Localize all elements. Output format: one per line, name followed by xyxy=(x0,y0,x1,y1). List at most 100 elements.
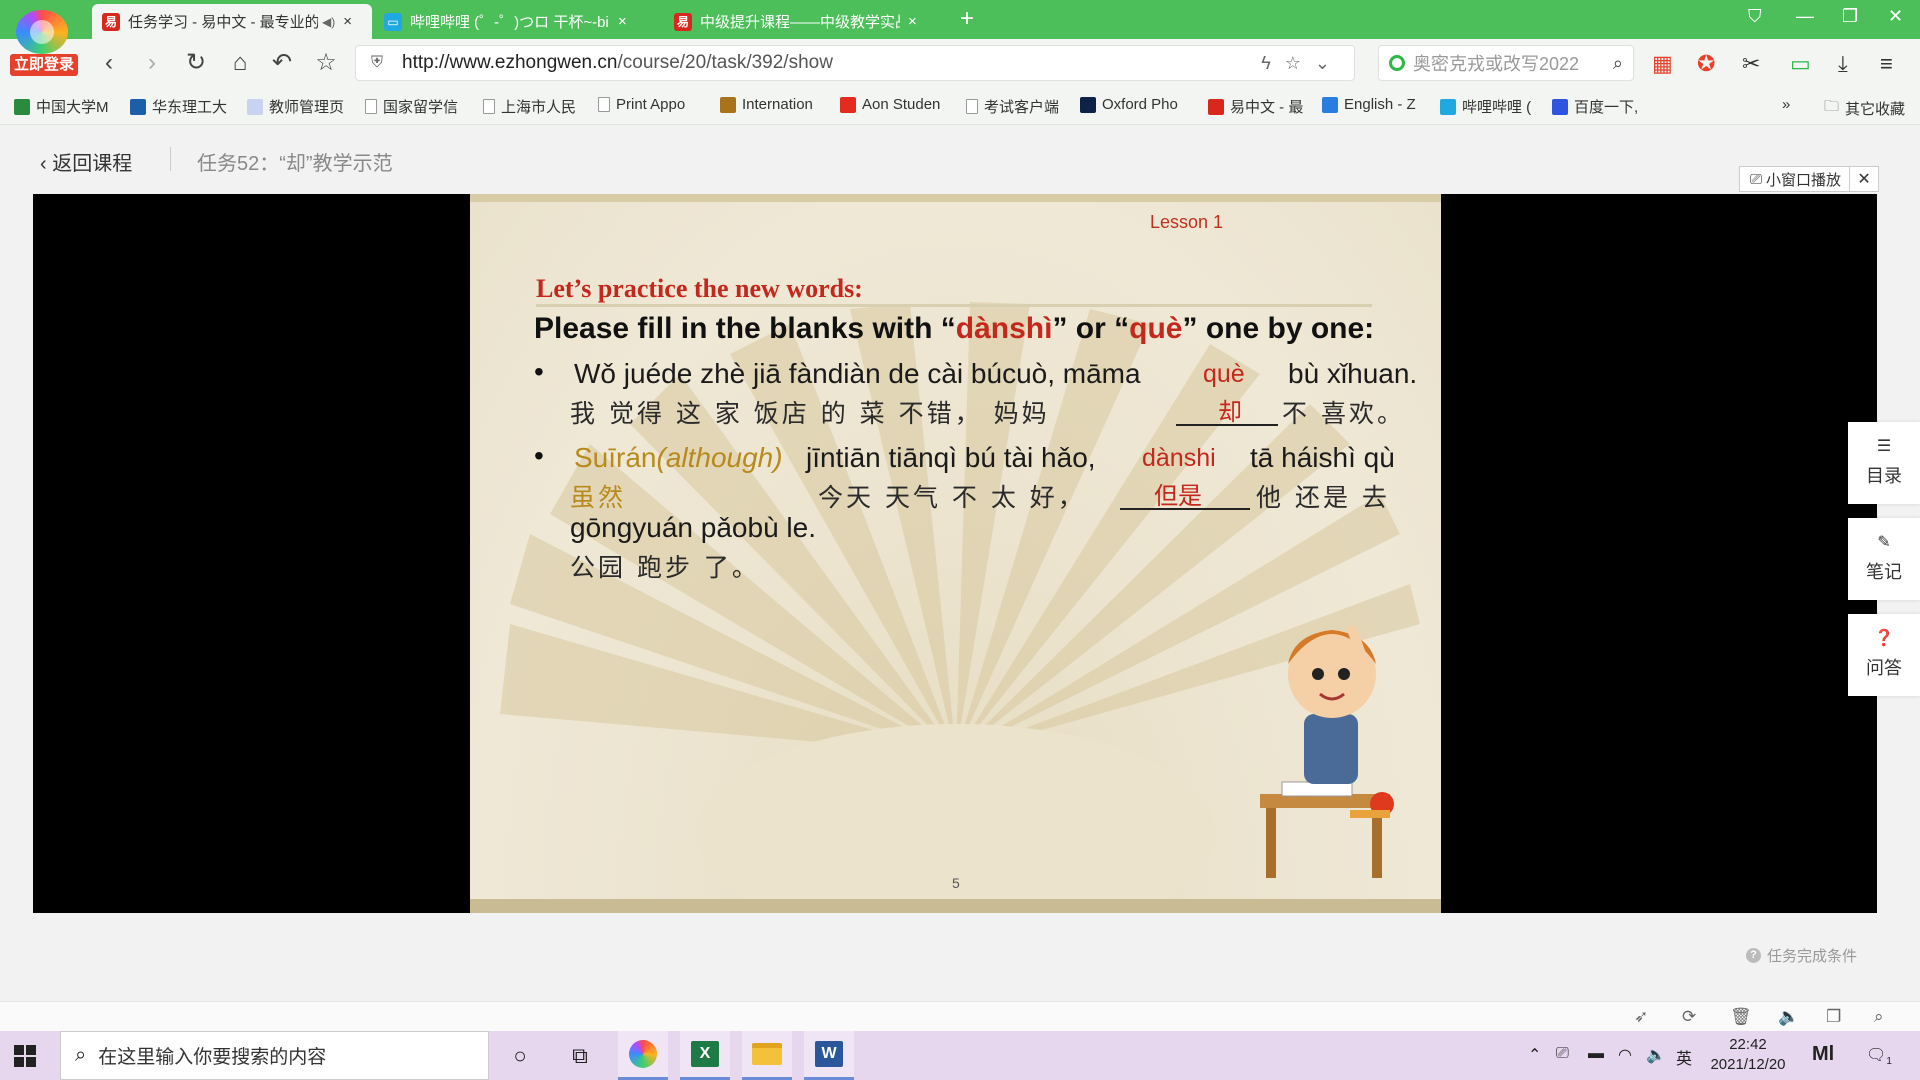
download-icon[interactable]: ⤓ xyxy=(1838,51,1848,77)
bookmark-label: 考试客户端 xyxy=(984,99,1060,116)
home-icon[interactable]: ⌂ xyxy=(225,48,255,78)
ime-indicator[interactable]: 英 xyxy=(1676,1045,1692,1069)
catalog-button[interactable]: ☰ 目录 xyxy=(1848,422,1920,504)
bookmark-item[interactable]: 华东理工大 xyxy=(130,96,227,117)
volume-icon[interactable]: 🔈 xyxy=(1646,1045,1666,1065)
chevron-down-icon[interactable]: ⌄ xyxy=(1315,53,1344,73)
reload-icon[interactable]: ↻ xyxy=(181,48,211,78)
undo-close-icon[interactable]: ↶ xyxy=(267,48,297,78)
bookmark-item[interactable]: 国家留学信 xyxy=(365,96,458,117)
site-favicon-icon xyxy=(1322,96,1338,113)
favorite-star-icon[interactable]: ☆ xyxy=(1285,53,1315,73)
search-box[interactable]: 奥密克戎或改写2022 ⌕ xyxy=(1378,45,1634,81)
mini-window-play-button[interactable]: ⎚ 小窗口播放 xyxy=(1740,167,1851,191)
bookmark-item[interactable]: 教师管理页 xyxy=(247,96,344,117)
bookmark-item[interactable]: English - Z xyxy=(1322,96,1416,113)
bookmark-item[interactable]: 中国大学M xyxy=(14,96,109,117)
search-placeholder: 奥密克戎或改写2022 xyxy=(1413,54,1580,74)
slide-page-number: 5 xyxy=(952,875,960,891)
game-icon[interactable]: ✪ xyxy=(1697,51,1715,77)
taskbar-browser-app[interactable] xyxy=(618,1031,668,1080)
wifi-icon[interactable]: ◠ xyxy=(1618,1045,1632,1065)
task-completion-condition-link[interactable]: ? 任务完成条件 xyxy=(1746,945,1857,966)
forward-icon[interactable]: › xyxy=(137,48,167,78)
search-icon[interactable]: ⌕ xyxy=(1613,53,1623,74)
windows-start-icon[interactable] xyxy=(14,1045,36,1067)
sentence1-answer-pinyin: què xyxy=(1203,360,1245,388)
back-icon[interactable]: ‹ xyxy=(94,48,124,78)
battery-icon[interactable]: ▭ xyxy=(1790,51,1811,77)
bookmark-item[interactable]: 易中文 - 最 xyxy=(1208,96,1303,117)
bookmark-item[interactable]: 上海市人民 xyxy=(483,96,576,117)
app-tray-icon[interactable]: Ml xyxy=(1812,1043,1834,1066)
sentence2-hanzi: 今天 天气 不 太 好， xyxy=(818,483,1086,512)
taskbar-word-app[interactable]: W xyxy=(804,1031,854,1080)
chevron-up-icon[interactable]: ⌃ xyxy=(1528,1045,1541,1065)
login-button[interactable]: 立即登录 xyxy=(10,54,78,76)
close-mini-window-icon[interactable]: ✕ xyxy=(1850,169,1878,189)
browser-logo[interactable]: 立即登录 xyxy=(6,6,78,76)
close-window-icon[interactable]: ✕ xyxy=(1888,6,1903,27)
restore-icon[interactable]: ❐ xyxy=(1842,6,1858,27)
bookmark-item[interactable]: Aon Studen xyxy=(840,96,940,113)
bookmark-star-icon[interactable]: ☆ xyxy=(311,48,341,78)
bookmark-item[interactable]: Internation xyxy=(720,96,813,113)
taskbar-explorer-app[interactable] xyxy=(742,1031,792,1080)
bookmark-item[interactable]: Oxford Pho xyxy=(1080,96,1178,113)
taskbar-excel-app[interactable]: X xyxy=(680,1031,730,1080)
battery-icon[interactable]: ▬ xyxy=(1588,1045,1604,1063)
search-engine-icon xyxy=(1389,55,1405,71)
back-to-course-link[interactable]: ‹ 返回课程 xyxy=(40,147,132,176)
refresh-icon[interactable]: ⟳ xyxy=(1682,1007,1696,1027)
page-icon xyxy=(483,99,495,114)
window-icon[interactable]: ❐ xyxy=(1826,1007,1841,1027)
bookmark-item[interactable]: 百度一下, xyxy=(1552,96,1638,117)
zoom-icon[interactable]: ⌕ xyxy=(1874,1007,1884,1027)
sentence2-pinyin-end: tā háishì qù xyxy=(1250,442,1395,473)
shirt-skin-icon[interactable]: ⛉ xyxy=(1748,6,1762,27)
trash-icon[interactable]: 🗑 xyxy=(1730,1007,1752,1027)
scissors-icon[interactable]: ✂ xyxy=(1742,51,1760,77)
network-monitor-icon[interactable]: ⎚ xyxy=(1556,1045,1569,1063)
tab-title: 哔哩哔哩 (゜-゜)つロ 干杯~-bi xyxy=(410,14,609,31)
new-tab-button[interactable]: + xyxy=(960,4,974,34)
qa-button[interactable]: ❓ 问答 xyxy=(1848,614,1920,696)
site-favicon-icon xyxy=(1552,98,1568,115)
bookmark-label: 教师管理页 xyxy=(269,99,345,116)
sentence2-hanzi-suiran: 虽然 xyxy=(570,483,627,512)
bookmark-item[interactable]: 考试客户端 xyxy=(966,96,1059,117)
url-text[interactable]: http://www.ezhongwen.cn/course/20/task/3… xyxy=(402,52,1261,74)
browser-status-bar: ➶ ⟳ 🗑 🔈 ❐ ⌕ xyxy=(0,1001,1920,1031)
rocket-icon[interactable]: ➶ xyxy=(1634,1007,1648,1027)
more-bookmarks-button[interactable]: » xyxy=(1782,96,1790,113)
clock[interactable]: 22:42 2021/12/20 xyxy=(1700,1035,1796,1075)
volume-icon[interactable]: 🔈 xyxy=(1778,1007,1799,1027)
tab-bilibili[interactable]: ▭ 哔哩哔哩 (゜-゜)つロ 干杯~-bi × xyxy=(374,4,654,39)
page-icon xyxy=(365,99,377,114)
apps-grid-icon[interactable]: ▦ xyxy=(1652,51,1673,77)
minimize-icon[interactable]: — xyxy=(1796,6,1814,27)
other-bookmarks-label: 其它收藏 xyxy=(1845,101,1906,118)
bookmark-item[interactable]: 哔哩哔哩 ( xyxy=(1440,96,1531,117)
speaker-icon[interactable]: ◀) xyxy=(322,15,335,29)
address-bar[interactable]: ⛨ http://www.ezhongwen.cn/course/20/task… xyxy=(355,45,1355,81)
cortana-icon[interactable]: ○ xyxy=(505,1041,535,1071)
bookmark-item[interactable]: Print Appo xyxy=(598,96,685,113)
notification-icon[interactable]: 🗨1 xyxy=(1866,1045,1892,1067)
taskbar-search-box[interactable]: ⌕ 在这里输入你要搜索的内容 xyxy=(60,1031,489,1080)
video-player[interactable]: Lesson 1 Let’s practice the new words: P… xyxy=(33,194,1877,913)
notes-button[interactable]: ✎ 笔记 xyxy=(1848,518,1920,600)
other-bookmarks-folder[interactable]: 🗀 其它收藏 xyxy=(1824,96,1905,121)
bookmark-label: 国家留学信 xyxy=(383,99,459,116)
task-view-icon[interactable]: ⧉ xyxy=(565,1041,595,1071)
security-shield-icon[interactable]: ⛨ xyxy=(362,54,392,72)
sentence1-pinyin-end: bù xǐhuan. xyxy=(1288,358,1418,389)
close-tab-icon[interactable]: × xyxy=(908,13,917,30)
close-tab-icon[interactable]: × xyxy=(343,13,352,30)
lightning-icon[interactable]: ϟ xyxy=(1261,53,1285,73)
tab-ezhongwen-task[interactable]: 易 任务学习 - 易中文 - 最专业的 ◀) × xyxy=(92,4,372,39)
menu-icon[interactable]: ≡ xyxy=(1880,51,1893,77)
tab-ezhongwen-course[interactable]: 易 中级提升课程——中级教学实战 × xyxy=(664,4,944,39)
close-tab-icon[interactable]: × xyxy=(618,13,627,30)
slide-bottom-border xyxy=(470,899,1441,913)
